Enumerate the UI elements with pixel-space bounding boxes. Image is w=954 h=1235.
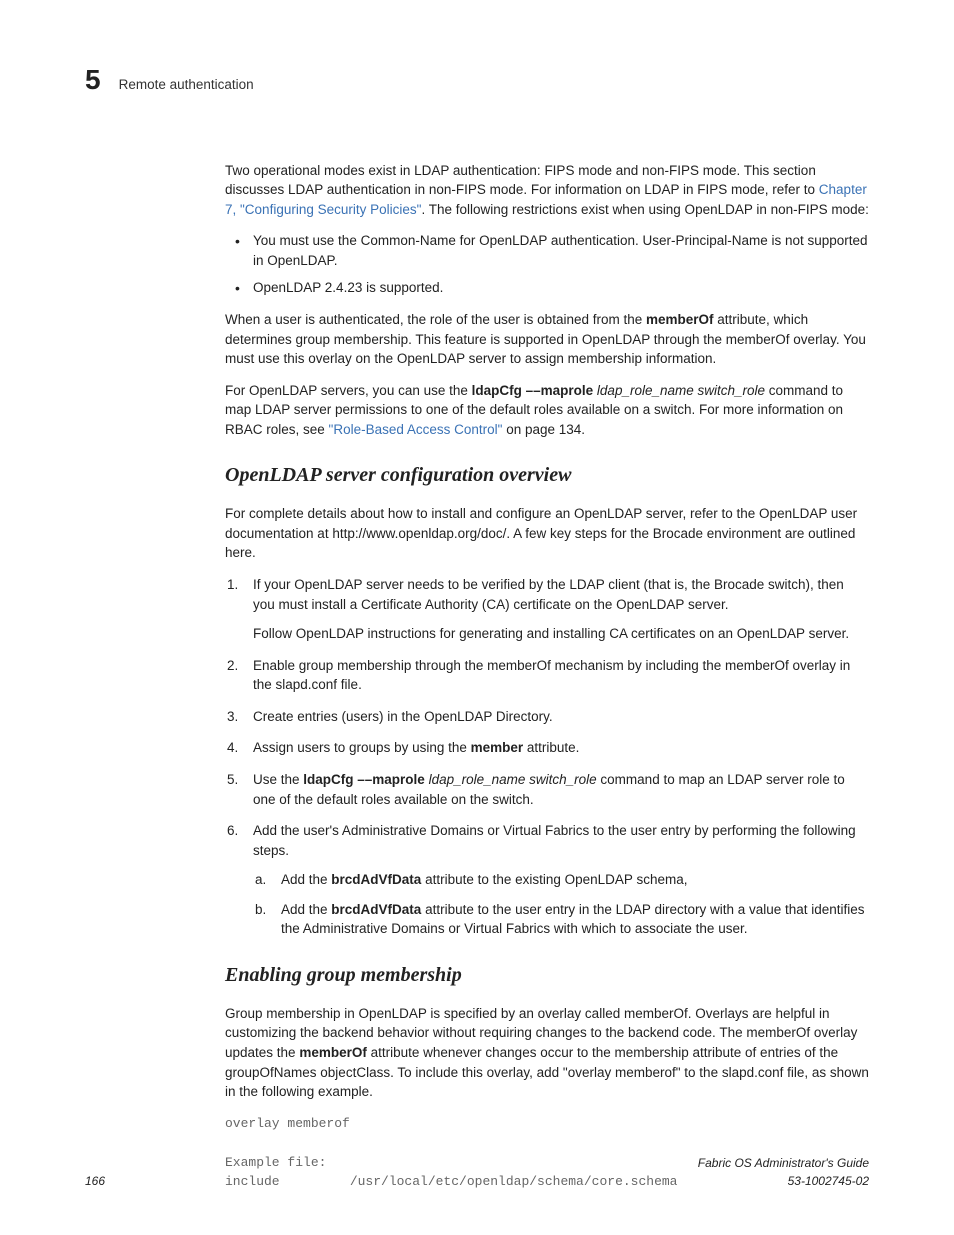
intro-paragraph: Two operational modes exist in LDAP auth… xyxy=(225,161,869,220)
cmd: ldapCfg ––maprole xyxy=(472,383,594,398)
text: Use the xyxy=(253,772,303,787)
cmd-args: ldap_role_name switch_role xyxy=(425,772,597,787)
list-item: Assign users to groups by using the memb… xyxy=(253,738,869,758)
cmd-args: ldap_role_name switch_role xyxy=(593,383,765,398)
brcd-attr: brcdAdVfData xyxy=(331,902,421,917)
list-item: OpenLDAP 2.4.23 is supported. xyxy=(253,278,869,298)
page-header: 5 Remote authentication xyxy=(85,60,869,101)
doc-number: 53-1002745-02 xyxy=(698,1173,869,1190)
section-heading-membership: Enabling group membership xyxy=(225,961,869,990)
steps-list: If your OpenLDAP server needs to be veri… xyxy=(225,575,869,939)
page-number: 166 xyxy=(85,1173,105,1190)
list-item: You must use the Common-Name for OpenLDA… xyxy=(253,231,869,270)
member-attr: member xyxy=(471,740,524,755)
brcd-attr: brcdAdVfData xyxy=(331,872,421,887)
link-rbac[interactable]: "Role-Based Access Control" xyxy=(329,422,503,437)
membership-paragraph: Group membership in OpenLDAP is specifie… xyxy=(225,1004,869,1102)
guide-title: Fabric OS Administrator's Guide xyxy=(698,1155,869,1172)
list-item: Add the brcdAdVfData attribute to the ex… xyxy=(281,870,869,890)
sub-paragraph: Follow OpenLDAP instructions for generat… xyxy=(253,624,869,644)
text: attribute to the existing OpenLDAP schem… xyxy=(421,872,687,887)
chapter-number: 5 xyxy=(85,60,101,101)
list-item: Create entries (users) in the OpenLDAP D… xyxy=(253,707,869,727)
list-item: Use the ldapCfg ––maprole ldap_role_name… xyxy=(253,770,869,809)
ldapcfg-paragraph: For OpenLDAP servers, you can use the ld… xyxy=(225,381,869,440)
memberof-attr: memberOf xyxy=(646,312,714,327)
overview-paragraph: For complete details about how to instal… xyxy=(225,504,869,563)
header-title: Remote authentication xyxy=(119,75,254,95)
text: Add the xyxy=(281,902,331,917)
page-content: Two operational modes exist in LDAP auth… xyxy=(85,161,869,1192)
text: When a user is authenticated, the role o… xyxy=(225,312,646,327)
memberof-attr: memberOf xyxy=(299,1045,367,1060)
text: Add the xyxy=(281,872,331,887)
text: Assign users to groups by using the xyxy=(253,740,471,755)
restrictions-list: You must use the Common-Name for OpenLDA… xyxy=(225,231,869,298)
list-item: Add the user's Administrative Domains or… xyxy=(253,821,869,939)
text: If your OpenLDAP server needs to be veri… xyxy=(253,577,844,612)
list-item: If your OpenLDAP server needs to be veri… xyxy=(253,575,869,644)
text: attribute. xyxy=(523,740,579,755)
list-item: Enable group membership through the memb… xyxy=(253,656,869,695)
list-item: Add the brcdAdVfData attribute to the us… xyxy=(281,900,869,939)
text: For OpenLDAP servers, you can use the xyxy=(225,383,472,398)
page-footer: 166 Fabric OS Administrator's Guide 53-1… xyxy=(85,1155,869,1190)
substeps-list: Add the brcdAdVfData attribute to the ex… xyxy=(253,870,869,939)
footer-right: Fabric OS Administrator's Guide 53-10027… xyxy=(698,1155,869,1190)
text: on page 134. xyxy=(502,422,585,437)
text: Two operational modes exist in LDAP auth… xyxy=(225,163,819,198)
text: Add the user's Administrative Domains or… xyxy=(253,823,856,858)
cmd: ldapCfg ––maprole xyxy=(303,772,425,787)
memberof-paragraph: When a user is authenticated, the role o… xyxy=(225,310,869,369)
section-heading-overview: OpenLDAP server configuration overview xyxy=(225,461,869,490)
text: . The following restrictions exist when … xyxy=(421,202,868,217)
